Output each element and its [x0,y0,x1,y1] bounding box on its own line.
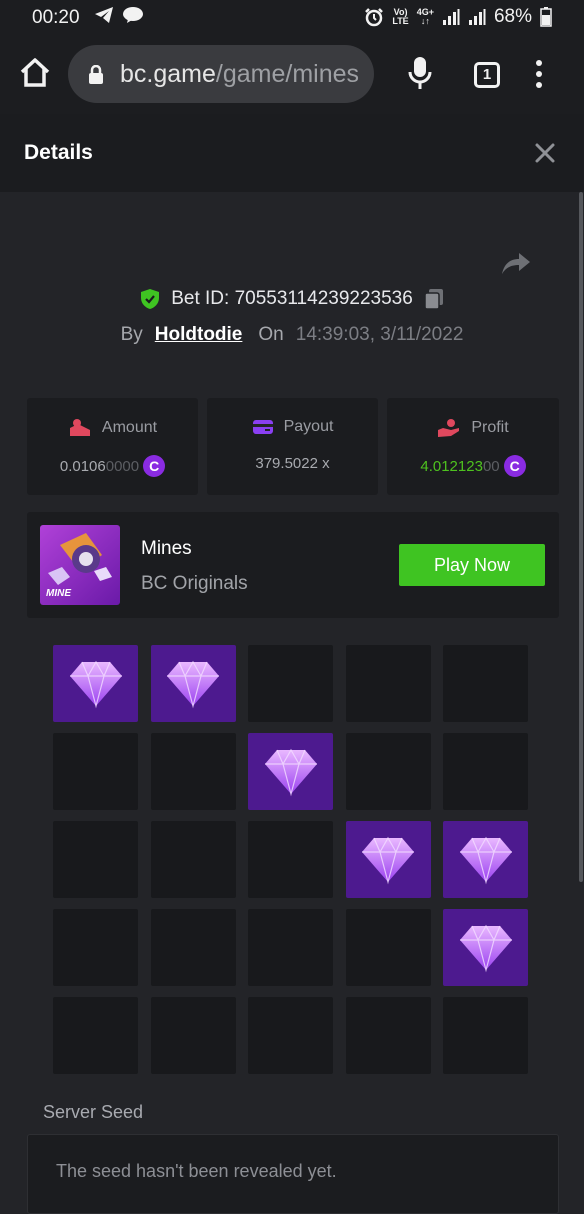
payout-card-icon [252,420,273,434]
url-text: bc.game/game/mines [120,60,360,88]
battery-percent: 68% [493,6,532,27]
gem-icon [459,924,512,972]
hidden-tile [443,733,528,810]
mines-board [53,645,528,1074]
gem-icon [362,836,414,884]
amount-icon [69,419,90,436]
bet-timestamp: 14:39:03, 3/11/2022 [295,324,464,345]
gem-tile [443,909,528,986]
game-card: MINE Mines BC Originals Play Now [27,512,559,618]
talk-icon [123,7,143,23]
overflow-menu-icon[interactable] [536,60,542,88]
amount-value: 0.01060000 [59,457,140,475]
gem-tile [150,645,236,722]
mines-game-thumbnail[interactable]: MINE [40,525,120,605]
share-icon[interactable] [500,250,532,276]
game-name: Mines [141,538,192,559]
battery-icon [540,7,552,27]
profit-card: Profit 4.01212300 C [387,398,559,495]
network-type-indicator: 4G+ ↓↑ [416,7,434,26]
payout-card: Payout 379.5022 x [207,398,378,495]
hidden-tile [345,997,431,1074]
coin-icon: C [143,455,166,477]
hidden-tile [150,733,236,810]
microphone-icon[interactable] [408,56,432,90]
coin-icon: C [503,455,526,477]
play-now-button[interactable]: Play Now [399,544,545,586]
hidden-tile [248,821,333,898]
server-seed-box: The seed hasn't been revealed yet. [27,1134,559,1214]
by-label: By [120,324,143,345]
gem-icon [459,836,512,884]
gem-tile [53,645,138,722]
gem-tile [248,733,333,810]
thumbnail-label: MINE [46,588,71,599]
bet-id-text: Bet ID: 70553114239223536 [171,288,413,309]
copy-icon[interactable] [423,288,445,310]
hidden-tile [345,645,431,722]
server-seed-text: The seed hasn't been revealed yet. [56,1161,337,1181]
gem-tile [345,821,431,898]
hidden-tile [248,645,333,722]
on-label: On [258,324,284,345]
username-link[interactable]: Holdtodie [155,324,243,346]
gem-icon [264,748,317,796]
hidden-tile [345,909,431,986]
modal-title: Details [24,141,93,164]
hidden-tile [53,909,138,986]
status-bar: 00:20 Vo) LTE 4G+ ↓↑ 68% [0,0,584,36]
browser-toolbar: bc.game/game/mines 1 [0,36,584,114]
hidden-tile [53,821,138,898]
modal-header: Details [0,114,584,192]
hidden-tile [248,997,333,1074]
address-bar[interactable]: bc.game/game/mines [68,45,374,103]
payout-value: 379.5022 x [255,455,330,472]
bet-id-row: Bet ID: 70553114239223536 [0,288,584,310]
tabs-button[interactable]: 1 [474,62,500,88]
telegram-icon [95,7,113,23]
close-icon[interactable] [534,142,556,164]
gem-icon [167,660,219,708]
amount-card: Amount 0.01060000 C [27,398,198,495]
signal-icon-2 [468,9,486,25]
gem-icon [69,660,122,708]
game-provider: BC Originals [141,573,248,594]
profit-value: 4.01212300 [420,457,500,475]
hidden-tile [248,909,333,986]
hidden-tile [53,733,138,810]
hidden-tile [150,997,236,1074]
profit-label: Profit [471,419,509,436]
verified-shield-icon [141,289,160,309]
lock-icon [89,65,103,84]
alarm-icon [365,8,384,27]
payout-label: Payout [283,418,334,435]
bet-byline: By Holdtodie On 14:39:03, 3/11/2022 [0,324,584,346]
status-time: 00:20 [32,7,80,28]
hidden-tile [150,909,236,986]
server-seed-label: Server Seed [43,1102,144,1122]
hidden-tile [150,821,236,898]
hidden-tile [443,645,528,722]
volte-indicator: Vo) LTE [392,7,409,26]
amount-label: Amount [101,419,158,436]
profit-hand-icon [438,419,460,437]
hidden-tile [443,997,528,1074]
hidden-tile [53,997,138,1074]
hidden-tile [345,733,431,810]
signal-icon [442,9,460,25]
home-icon[interactable] [18,56,52,90]
gem-tile [443,821,528,898]
